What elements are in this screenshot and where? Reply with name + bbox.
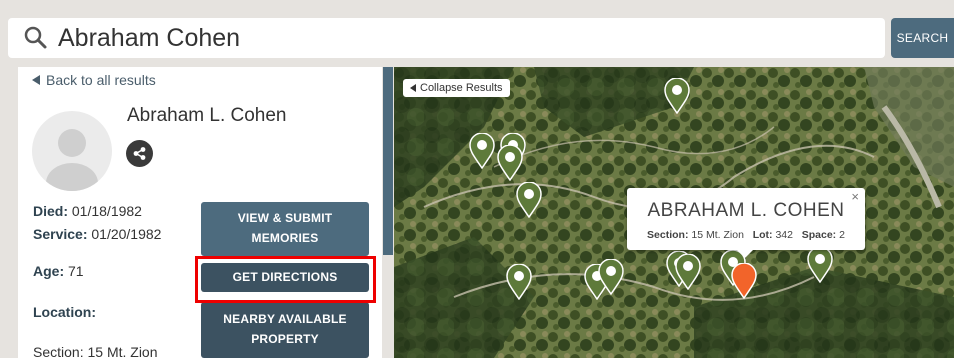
- age-label: Age:: [33, 263, 65, 279]
- service-label: Service:: [33, 226, 88, 242]
- died-label: Died:: [33, 203, 68, 219]
- collapse-results-button[interactable]: Collapse Results: [403, 79, 510, 97]
- location-row: Location:: [33, 304, 96, 320]
- age-row: Age: 71: [33, 263, 84, 279]
- nearby-label-line1: NEARBY AVAILABLE: [223, 312, 347, 326]
- map-view[interactable]: Collapse Results ABRAHAM L. COHEN × Sect…: [394, 67, 954, 358]
- popup-title: ABRAHAM L. COHEN: [647, 200, 845, 221]
- view-submit-memories-button[interactable]: VIEW & SUBMIT MEMORIES: [201, 202, 369, 256]
- popup-lot-label: Lot:: [752, 229, 773, 241]
- popup-lot-value: 342: [775, 229, 793, 241]
- search-input[interactable]: [58, 23, 838, 53]
- share-icon: [133, 147, 146, 160]
- popup-details: Section: 15 Mt. Zion Lot: 342 Space: 2: [627, 229, 865, 241]
- popup-space-label: Space:: [801, 229, 837, 241]
- map-pin-icon[interactable]: [469, 133, 495, 169]
- search-bar: [8, 18, 885, 58]
- triangle-left-icon: [32, 75, 40, 85]
- panel-scrollbar[interactable]: [383, 67, 393, 255]
- map-pin-icon[interactable]: [664, 78, 690, 114]
- avatar: [32, 111, 112, 191]
- map-pin-icon[interactable]: [516, 182, 542, 218]
- popup-section-label: Section:: [647, 229, 689, 241]
- section-text: Section: 15 Mt. Zion: [33, 344, 158, 358]
- back-link-label: Back to all results: [46, 72, 156, 88]
- age-value: 71: [68, 263, 84, 279]
- search-button[interactable]: SEARCH: [891, 18, 954, 58]
- map-pin-icon[interactable]: [497, 145, 523, 181]
- memories-label-line2: MEMORIES: [251, 231, 319, 245]
- nearby-label-line2: PROPERTY: [251, 332, 319, 346]
- selected-map-pin-icon[interactable]: [731, 263, 757, 299]
- map-pin-icon[interactable]: [807, 247, 833, 283]
- died-value: 01/18/1982: [71, 203, 142, 219]
- search-icon: [24, 26, 47, 49]
- results-panel: Back to all results Abraham L. Cohen Die…: [18, 67, 393, 358]
- memories-label-line1: VIEW & SUBMIT: [237, 211, 333, 225]
- nearby-available-property-button[interactable]: NEARBY AVAILABLE PROPERTY: [201, 302, 369, 358]
- popup-space-value: 2: [839, 229, 845, 241]
- person-name: Abraham L. Cohen: [127, 105, 287, 126]
- map-pin-icon[interactable]: [598, 259, 624, 295]
- service-value: 01/20/1982: [91, 226, 162, 242]
- location-label: Location:: [33, 304, 96, 320]
- map-pin-icon[interactable]: [675, 254, 701, 290]
- popup-section-value: 15 Mt. Zion: [691, 229, 744, 241]
- share-button[interactable]: [126, 140, 153, 167]
- triangle-left-icon: [410, 84, 416, 92]
- close-icon[interactable]: ×: [851, 189, 859, 204]
- map-pin-icon[interactable]: [506, 264, 532, 300]
- died-row: Died: 01/18/1982: [33, 203, 142, 219]
- person-silhouette-icon: [46, 129, 98, 191]
- service-row: Service: 01/20/1982: [33, 226, 161, 242]
- highlight-box: [195, 256, 376, 303]
- collapse-results-label: Collapse Results: [420, 82, 503, 94]
- popup-tail: [737, 250, 753, 258]
- map-info-popup: ABRAHAM L. COHEN × Section: 15 Mt. Zion …: [627, 188, 865, 258]
- back-to-results-link[interactable]: Back to all results: [32, 72, 156, 88]
